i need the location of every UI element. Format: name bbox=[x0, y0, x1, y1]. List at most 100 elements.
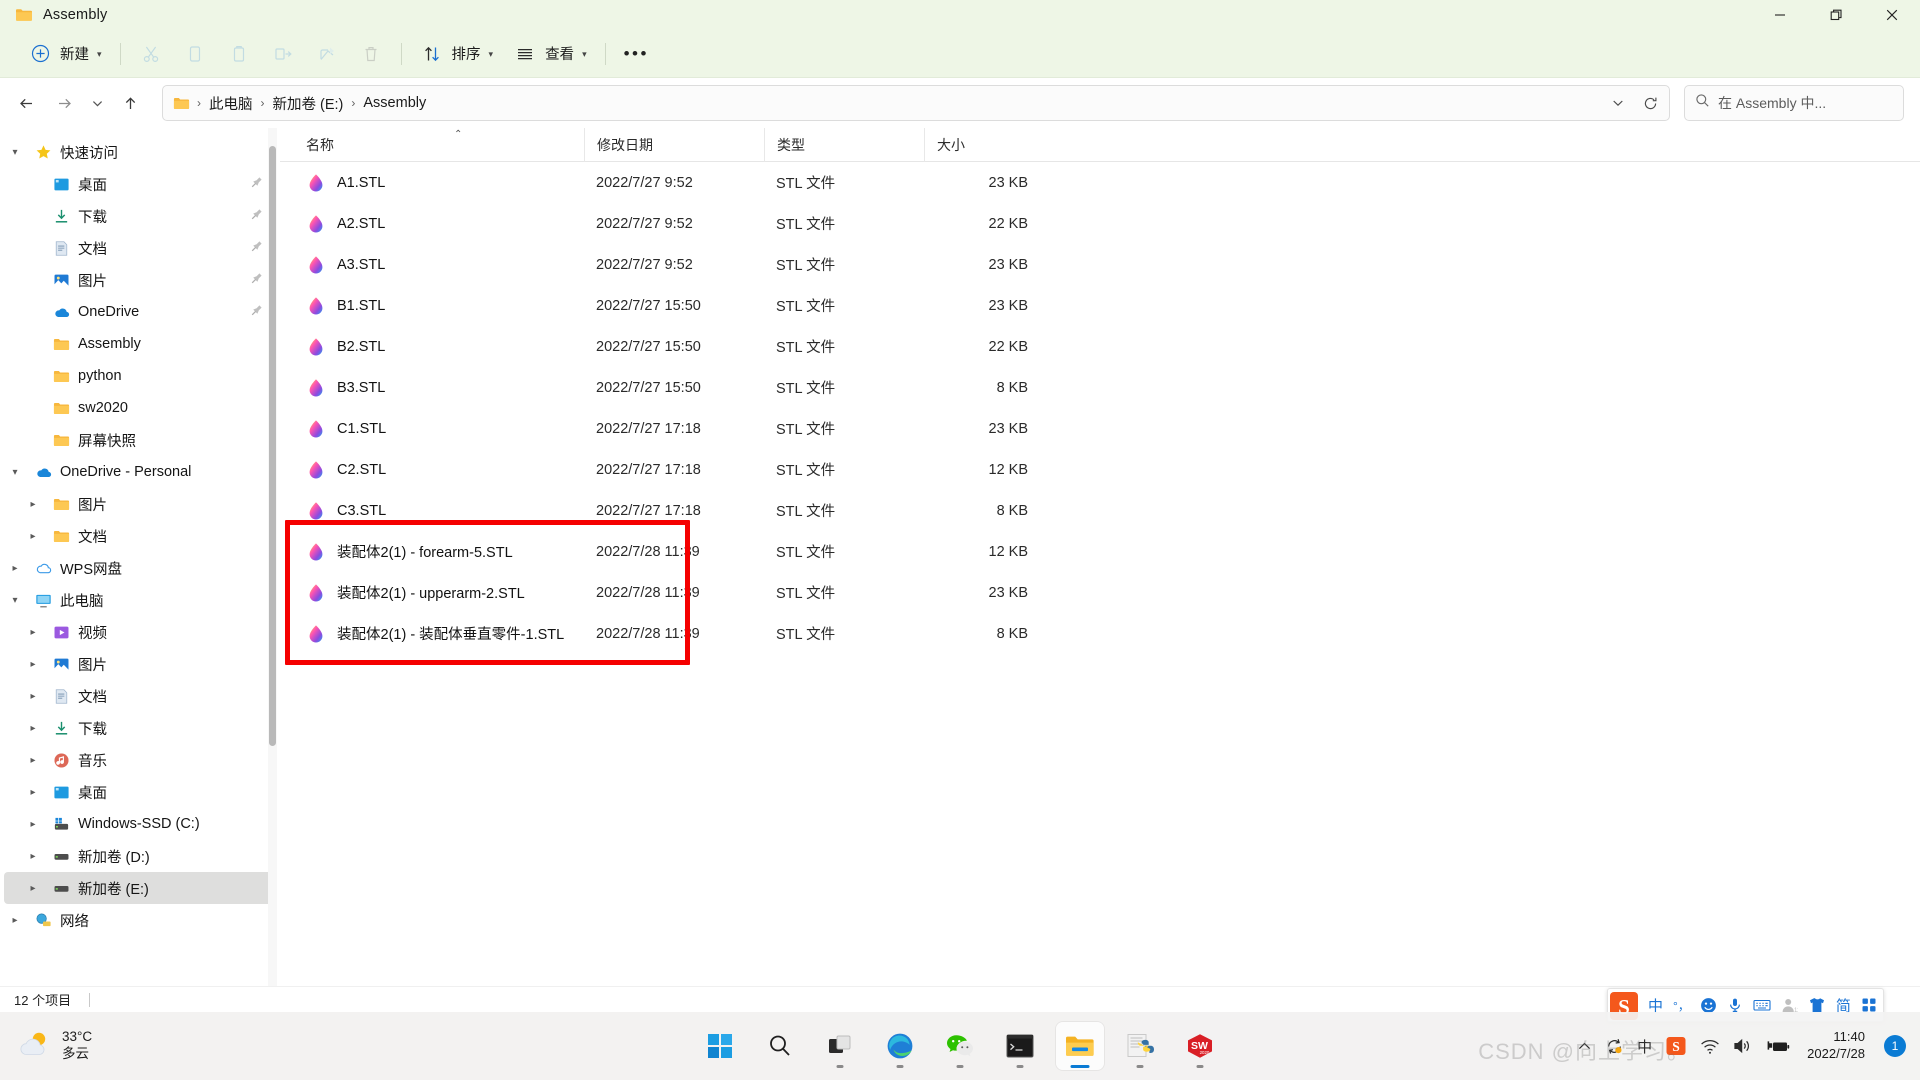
solidworks-button[interactable]: SW 2020 bbox=[1176, 1022, 1224, 1070]
recent-locations-button[interactable] bbox=[84, 85, 110, 121]
table-row[interactable]: 装配体2(1) - 装配体垂直零件-1.STL2022/7/28 11:39ST… bbox=[280, 613, 1920, 654]
notification-badge[interactable]: 1 bbox=[1884, 1035, 1906, 1057]
chevron-right-icon[interactable]: ▸ bbox=[22, 851, 44, 862]
sidebar-item-4[interactable]: 图片 bbox=[4, 264, 274, 296]
table-row[interactable]: B1.STL2022/7/27 15:50STL 文件23 KB bbox=[280, 285, 1920, 326]
table-row[interactable]: C1.STL2022/7/27 17:18STL 文件23 KB bbox=[280, 408, 1920, 449]
sidebar-item-16[interactable]: ▸图片 bbox=[4, 648, 274, 680]
minimize-button[interactable] bbox=[1752, 0, 1808, 30]
sidebar-item-10[interactable]: ▾OneDrive - Personal bbox=[4, 456, 274, 488]
ime-indicator[interactable]: 中 bbox=[1637, 1036, 1652, 1057]
back-button[interactable] bbox=[8, 85, 44, 121]
pin-icon[interactable] bbox=[250, 271, 264, 289]
chevron-right-icon[interactable]: ▸ bbox=[22, 627, 44, 638]
sidebar-item-20[interactable]: ▸桌面 bbox=[4, 776, 274, 808]
weather-widget[interactable]: 33°C 多云 bbox=[18, 1029, 92, 1064]
clock[interactable]: 11:40 2022/7/28 bbox=[1807, 1029, 1865, 1063]
pin-icon[interactable] bbox=[250, 175, 264, 193]
chevron-right-icon[interactable]: ▸ bbox=[22, 531, 44, 542]
chevron-right-icon[interactable]: ▸ bbox=[22, 723, 44, 734]
column-header-size[interactable]: 大小 bbox=[924, 128, 1044, 162]
chevron-right-icon[interactable]: ▸ bbox=[22, 787, 44, 798]
chevron-right-icon[interactable]: ▸ bbox=[22, 819, 44, 830]
rename-button[interactable] bbox=[261, 37, 305, 71]
share-button[interactable] bbox=[305, 37, 349, 71]
python-button[interactable] bbox=[1116, 1022, 1164, 1070]
pin-icon[interactable] bbox=[250, 303, 264, 321]
sidebar-item-6[interactable]: Assembly bbox=[4, 328, 274, 360]
volume-icon[interactable] bbox=[1733, 1037, 1753, 1055]
sidebar-item-15[interactable]: ▸视频 bbox=[4, 616, 274, 648]
sidebar-item-12[interactable]: ▸文档 bbox=[4, 520, 274, 552]
sidebar-item-18[interactable]: ▸下载 bbox=[4, 712, 274, 744]
address-history-button[interactable] bbox=[1603, 88, 1633, 118]
apps-grid-icon[interactable] bbox=[1861, 997, 1877, 1013]
microphone-icon[interactable] bbox=[1727, 997, 1743, 1013]
sidebar-item-5[interactable]: OneDrive bbox=[4, 296, 274, 328]
chevron-right-icon[interactable]: ▸ bbox=[22, 883, 44, 894]
sidebar-item-7[interactable]: python bbox=[4, 360, 274, 392]
pin-icon[interactable] bbox=[250, 207, 264, 225]
up-button[interactable] bbox=[112, 85, 148, 121]
forward-button[interactable] bbox=[46, 85, 82, 121]
chevron-down-icon[interactable]: ▾ bbox=[4, 467, 26, 478]
sidebar-item-8[interactable]: sw2020 bbox=[4, 392, 274, 424]
ime-punctuation-toggle[interactable]: °， bbox=[1673, 997, 1690, 1014]
address-bar[interactable]: › 此电脑 › 新加卷 (E:) › Assembly bbox=[162, 85, 1670, 121]
sidebar-item-9[interactable]: 屏幕快照 bbox=[4, 424, 274, 456]
wifi-icon[interactable] bbox=[1700, 1038, 1720, 1055]
sync-icon[interactable] bbox=[1605, 1037, 1624, 1056]
chevron-right-icon[interactable]: ▸ bbox=[22, 499, 44, 510]
table-row[interactable]: A1.STL2022/7/27 9:52STL 文件23 KB bbox=[280, 162, 1920, 203]
breadcrumb-item-2[interactable]: Assembly bbox=[356, 91, 433, 115]
sidebar-item-22[interactable]: ▸新加卷 (D:) bbox=[4, 840, 274, 872]
wechat-button[interactable] bbox=[936, 1022, 984, 1070]
search-input[interactable]: 在 Assembly 中... bbox=[1718, 93, 1826, 113]
table-row[interactable]: B2.STL2022/7/27 15:50STL 文件22 KB bbox=[280, 326, 1920, 367]
column-header-date[interactable]: 修改日期 bbox=[584, 128, 764, 162]
chevron-down-icon[interactable]: ▾ bbox=[4, 595, 26, 606]
table-row[interactable]: C3.STL2022/7/27 17:18STL 文件8 KB bbox=[280, 490, 1920, 531]
chevron-right-icon[interactable]: ▸ bbox=[4, 563, 26, 574]
refresh-button[interactable] bbox=[1635, 88, 1665, 118]
keyboard-icon[interactable] bbox=[1753, 997, 1771, 1013]
chevron-right-icon[interactable]: ▸ bbox=[22, 755, 44, 766]
table-row[interactable]: 装配体2(1) - forearm-5.STL2022/7/28 11:39ST… bbox=[280, 531, 1920, 572]
sidebar-item-23[interactable]: ▸新加卷 (E:) bbox=[4, 872, 274, 904]
delete-button[interactable] bbox=[349, 37, 393, 71]
chevron-right-icon[interactable]: ▸ bbox=[4, 915, 26, 926]
table-row[interactable]: 装配体2(1) - upperarm-2.STL2022/7/28 11:39S… bbox=[280, 572, 1920, 613]
cut-button[interactable] bbox=[129, 37, 173, 71]
view-button[interactable]: 查看 ▾ bbox=[503, 37, 597, 71]
sidebar-item-17[interactable]: ▸文档 bbox=[4, 680, 274, 712]
search-box[interactable]: 在 Assembly 中... bbox=[1684, 85, 1904, 121]
chevron-right-icon[interactable]: ▸ bbox=[22, 691, 44, 702]
copy-button[interactable] bbox=[173, 37, 217, 71]
sidebar-item-1[interactable]: 桌面 bbox=[4, 168, 274, 200]
emoji-icon[interactable] bbox=[1700, 997, 1717, 1014]
search-button[interactable] bbox=[756, 1022, 804, 1070]
file-explorer-button[interactable] bbox=[1056, 1022, 1104, 1070]
sidebar-item-19[interactable]: ▸音乐 bbox=[4, 744, 274, 776]
new-button[interactable]: 新建 ▾ bbox=[18, 37, 112, 71]
table-row[interactable]: A2.STL2022/7/27 9:52STL 文件22 KB bbox=[280, 203, 1920, 244]
sidebar-item-14[interactable]: ▾此电脑 bbox=[4, 584, 274, 616]
breadcrumb-item-0[interactable]: 此电脑 bbox=[202, 89, 260, 118]
sidebar-item-13[interactable]: ▸WPS网盘 bbox=[4, 552, 274, 584]
sidebar-item-3[interactable]: 文档 bbox=[4, 232, 274, 264]
chevron-down-icon[interactable]: ▾ bbox=[4, 147, 26, 158]
sidebar-item-11[interactable]: ▸图片 bbox=[4, 488, 274, 520]
column-header-type[interactable]: 类型 bbox=[764, 128, 924, 162]
sidebar-item-0[interactable]: ▾快速访问 bbox=[4, 136, 274, 168]
sidebar-scrollbar-thumb[interactable] bbox=[269, 146, 276, 746]
pin-icon[interactable] bbox=[250, 239, 264, 257]
task-view-button[interactable] bbox=[816, 1022, 864, 1070]
sidebar-item-21[interactable]: ▸Windows-SSD (C:) bbox=[4, 808, 274, 840]
sidebar-item-24[interactable]: ▸网络 bbox=[4, 904, 274, 936]
skin-icon[interactable] bbox=[1808, 997, 1826, 1013]
column-header-name[interactable]: 名称 ⌃ bbox=[294, 128, 584, 162]
maximize-button[interactable] bbox=[1808, 0, 1864, 30]
paste-button[interactable] bbox=[217, 37, 261, 71]
sidebar-item-2[interactable]: 下载 bbox=[4, 200, 274, 232]
table-row[interactable]: C2.STL2022/7/27 17:18STL 文件12 KB bbox=[280, 449, 1920, 490]
